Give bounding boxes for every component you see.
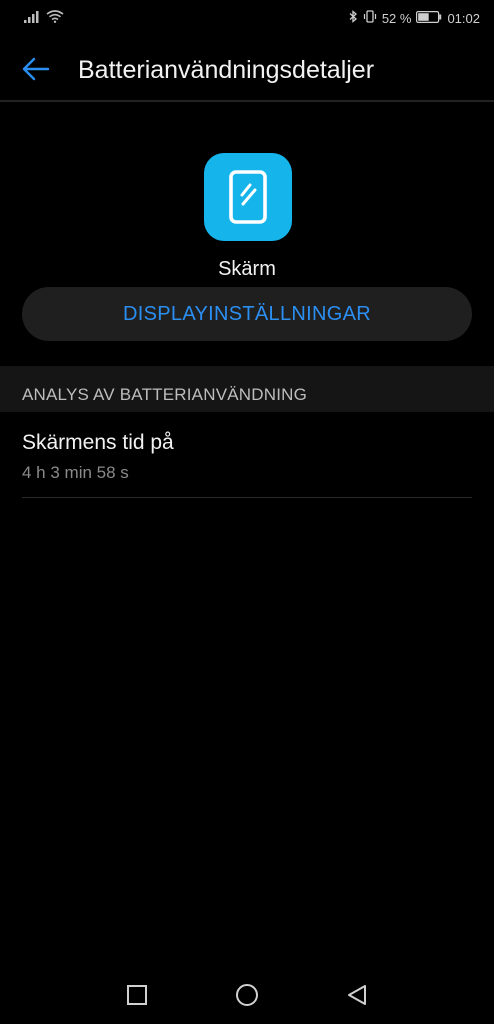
triangle-back-icon: [348, 985, 366, 1005]
vibrate-icon: [363, 10, 377, 26]
app-bar: Batterianvändningsdetaljer: [0, 38, 494, 102]
battery-icon: [416, 10, 442, 26]
home-button[interactable]: [234, 982, 260, 1008]
page-title: Batterianvändningsdetaljer: [78, 56, 375, 84]
list-item-screen-on-time: Skärmens tid på 4 h 3 min 58 s: [0, 414, 494, 498]
status-left: [24, 10, 64, 26]
status-bar: 52 % 01:02: [0, 0, 494, 38]
clock: 01:02: [447, 10, 480, 26]
navigation-bar: [0, 966, 494, 1024]
square-icon: [127, 985, 147, 1005]
section-title: ANALYS AV BATTERIANVÄNDNING: [22, 385, 308, 404]
display-settings-button[interactable]: DISPLAYINSTÄLLNINGAR: [22, 287, 472, 341]
wifi-icon: [46, 10, 64, 26]
app-name: Skärm: [218, 258, 276, 280]
list-item-value: 4 h 3 min 58 s: [22, 463, 129, 482]
battery-percent: 52 %: [381, 10, 412, 26]
header-divider: [0, 100, 494, 102]
circle-icon: [236, 984, 258, 1006]
status-right: 52 % 01:02: [349, 10, 480, 26]
bluetooth-icon: [349, 10, 358, 26]
battery-usage-details-screen: 52 % 01:02 Batterianvändningsdetaljer Sk…: [0, 0, 494, 1024]
back-arrow-icon: [22, 57, 50, 86]
back-button[interactable]: [18, 53, 54, 89]
recents-button[interactable]: [124, 982, 150, 1008]
section-header: ANALYS AV BATTERIANVÄNDNING: [0, 366, 494, 412]
list-item-title: Skärmens tid på: [22, 431, 174, 454]
back-nav-button[interactable]: [344, 982, 370, 1008]
signal-icon: [24, 10, 40, 26]
screen-app-icon: [204, 153, 292, 241]
list-divider: [22, 497, 472, 498]
phone-screen-icon: [229, 170, 267, 224]
display-settings-label: DISPLAYINSTÄLLNINGAR: [123, 302, 371, 325]
